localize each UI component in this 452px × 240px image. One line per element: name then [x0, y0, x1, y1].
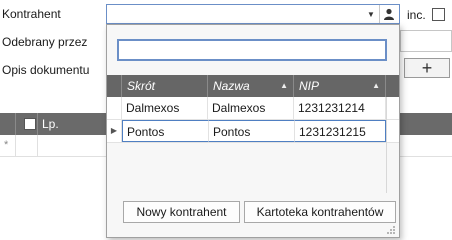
table-row[interactable]: Dalmexos Dalmexos 1231231214	[107, 97, 399, 120]
sort-asc-icon: ▲	[372, 81, 380, 90]
search-input[interactable]	[117, 39, 387, 61]
new-row-marker: *	[4, 139, 9, 151]
sort-asc-icon: ▲	[280, 81, 288, 90]
odebrany-przez-field[interactable]	[400, 30, 452, 52]
dropdown-arrow-icon[interactable]: ▼	[363, 5, 379, 23]
row-indicator	[107, 97, 122, 119]
column-header-nip[interactable]: NIP ▲	[294, 75, 386, 97]
grid-row-separator	[37, 135, 38, 157]
kontrahent-table: Skrót Nazwa ▲ NIP ▲ Dalmexos Dalmexos 1231…	[107, 75, 399, 143]
resize-grip-icon[interactable]	[386, 224, 396, 234]
row-indicator-header	[107, 75, 122, 97]
cell-nazwa[interactable]: Pontos	[208, 120, 294, 142]
kartoteka-kontrahentow-button[interactable]: Kartoteka kontrahentów	[244, 201, 396, 223]
lp-column-header[interactable]: Lp.	[42, 117, 59, 131]
cell-skrot[interactable]: Dalmexos	[122, 97, 208, 119]
cell-nip[interactable]: 1231231215	[294, 120, 386, 142]
kontrahent-dropdown-popup: Skrót Nazwa ▲ NIP ▲ Dalmexos Dalmexos 1231…	[106, 24, 400, 238]
current-row-arrow-icon: ▶	[107, 120, 122, 142]
table-header: Skrót Nazwa ▲ NIP ▲	[107, 75, 399, 97]
select-all-checkbox[interactable]	[24, 118, 36, 130]
table-row-selected[interactable]: ▶ Pontos Pontos 1231231215	[107, 120, 399, 143]
cell-skrot[interactable]: Pontos	[122, 120, 208, 142]
table-right-border	[386, 97, 387, 193]
cell-nazwa[interactable]: Dalmexos	[208, 97, 294, 119]
kontrahent-label: Kontrahent	[2, 7, 61, 21]
grid-header-separator	[15, 113, 16, 135]
kontrahent-combobox[interactable]: ▼	[106, 4, 400, 24]
plus-icon: +	[421, 57, 433, 78]
new-kontrahent-button[interactable]: Nowy kontrahent	[123, 201, 240, 223]
add-button[interactable]: +	[404, 58, 450, 78]
person-icon[interactable]	[379, 5, 398, 23]
grid-header-separator	[37, 113, 38, 135]
column-header-nazwa[interactable]: Nazwa ▲	[208, 75, 294, 97]
cell-nip[interactable]: 1231231214	[294, 97, 386, 119]
inc-checkbox[interactable]	[432, 8, 445, 21]
inc-label: inc.	[407, 8, 426, 22]
odebrany-przez-label: Odebrany przez	[2, 35, 88, 49]
scrollbar-header	[386, 75, 399, 97]
grid-row-separator	[15, 135, 16, 157]
column-header-skrot[interactable]: Skrót	[122, 75, 208, 97]
opis-dokumentu-label: Opis dokumentu	[2, 63, 90, 77]
